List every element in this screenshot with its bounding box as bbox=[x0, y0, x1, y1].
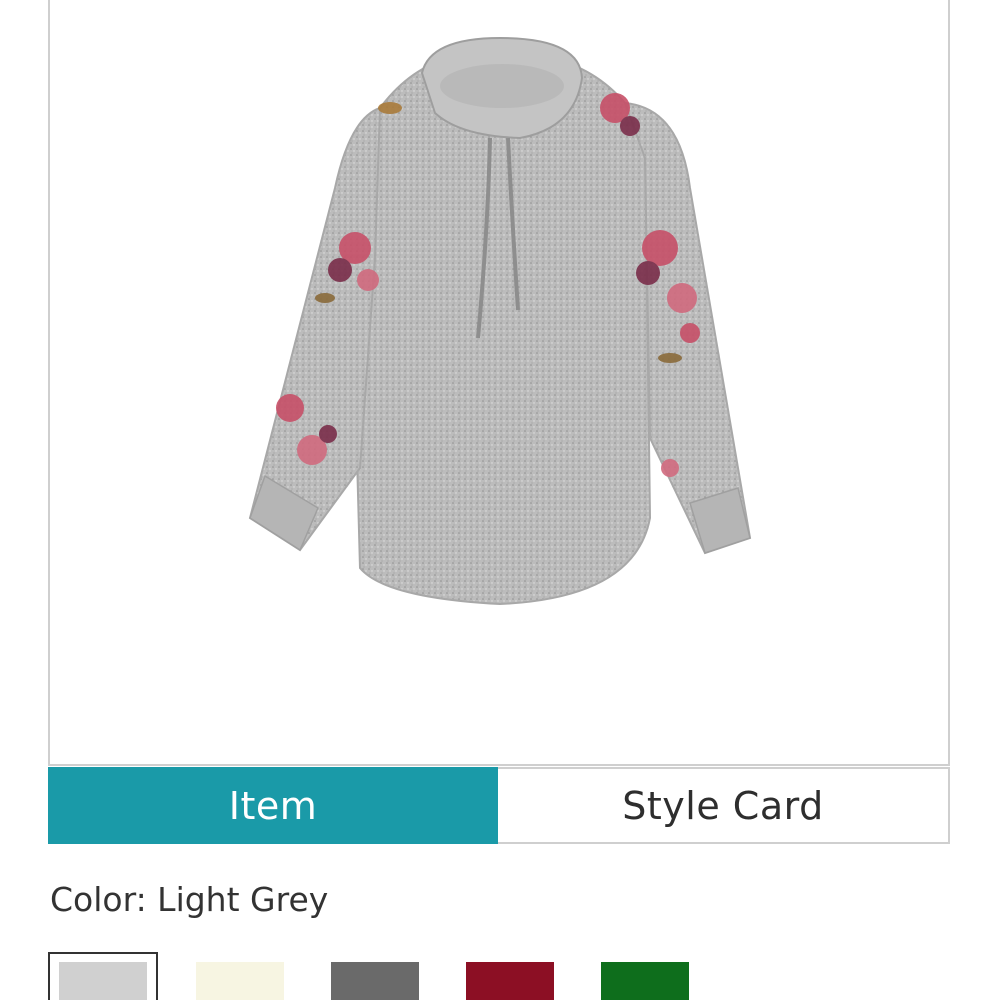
swatch-cream[interactable] bbox=[196, 962, 284, 1000]
product-image[interactable] bbox=[50, 0, 950, 764]
view-tabs: Item Style Card bbox=[48, 767, 950, 844]
swatch-light-grey[interactable] bbox=[59, 962, 147, 1000]
swatch-green[interactable] bbox=[601, 962, 689, 1000]
color-swatches bbox=[48, 952, 748, 1000]
tab-item[interactable]: Item bbox=[48, 767, 498, 844]
swatch-burgundy[interactable] bbox=[466, 962, 554, 1000]
tab-style-card[interactable]: Style Card bbox=[498, 767, 950, 844]
sweater-body bbox=[348, 57, 652, 606]
product-image-frame bbox=[48, 0, 950, 766]
product-detail-page: Item Style Card Color: Light Grey bbox=[0, 0, 1000, 1000]
swatch-charcoal[interactable] bbox=[331, 962, 419, 1000]
color-label: Color: Light Grey bbox=[50, 880, 329, 919]
